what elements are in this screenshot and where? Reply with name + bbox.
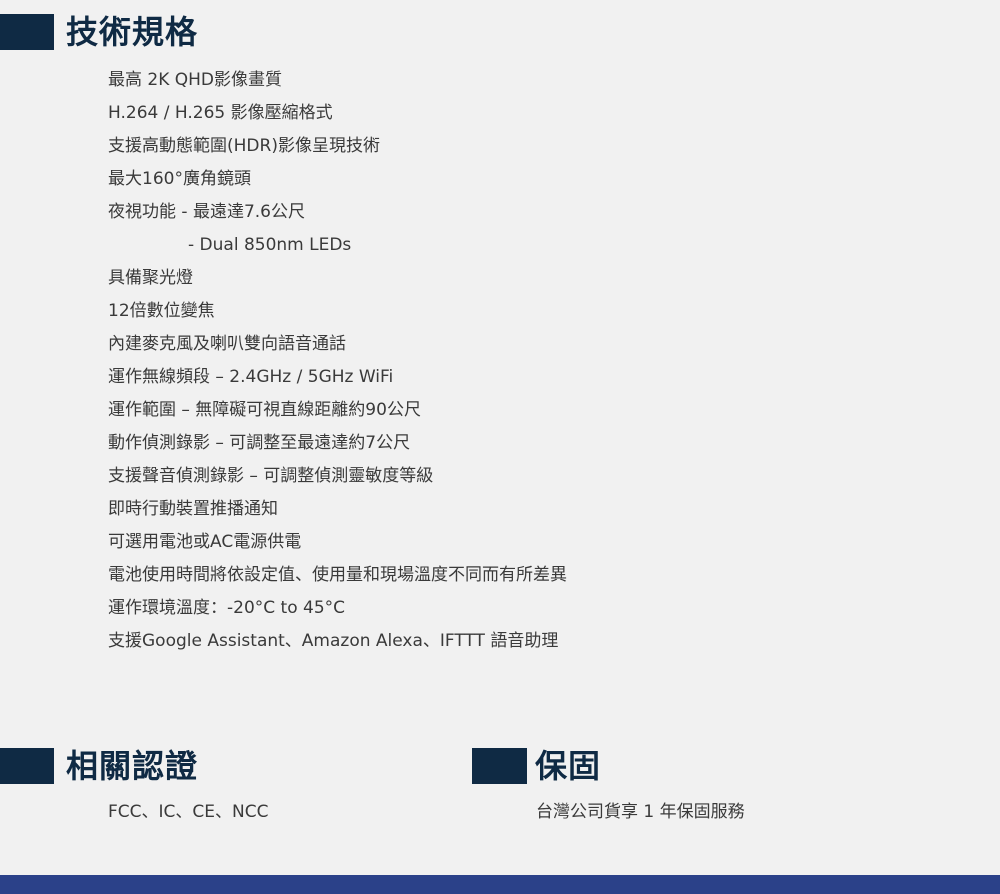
certification-title: 相關認證 (66, 747, 199, 785)
spec-item: 支援Google Assistant、Amazon Alexa、IFTTT 語音… (108, 631, 559, 651)
spec-item: 內建麥克風及喇叭雙向語音通話 (108, 334, 346, 354)
spec-item: 支援聲音偵測錄影 – 可調整偵測靈敏度等級 (108, 466, 434, 486)
specs-section-header: 技術規格 (0, 14, 198, 50)
spec-item: 12倍數位變焦 (108, 301, 215, 321)
spec-item: 運作範圍 – 無障礙可視直線距離約90公尺 (108, 400, 421, 420)
certification-text: FCC、IC、CE、NCC (108, 802, 269, 822)
footer-bar (0, 875, 1000, 894)
specs-title: 技術規格 (66, 13, 199, 51)
certification-header-bar (0, 748, 54, 784)
spec-item: 電池使用時間將依設定值、使用量和現場溫度不同而有所差異 (108, 565, 567, 585)
warranty-text: 台灣公司貨享 1 年保固服務 (536, 802, 745, 822)
spec-item: 最大160°廣角鏡頭 (108, 169, 251, 189)
warranty-header-bar (472, 748, 527, 784)
spec-item: 動作偵測錄影 – 可調整至最遠達約7公尺 (108, 433, 411, 453)
spec-item: 夜視功能 - 最遠達7.6公尺 (108, 202, 305, 222)
warranty-section-header: 保固 (472, 748, 601, 784)
warranty-title: 保固 (535, 747, 602, 785)
spec-list: 最高 2K QHD影像畫質 H.264 / H.265 影像壓縮格式 支援高動態… (108, 66, 567, 660)
specs-header-bar (0, 14, 54, 50)
spec-item: 即時行動裝置推播通知 (108, 499, 278, 519)
spec-item-sub: - Dual 850nm LEDs (188, 235, 352, 255)
spec-item: 具備聚光燈 (108, 268, 193, 288)
certification-section-header: 相關認證 (0, 748, 198, 784)
spec-item: 最高 2K QHD影像畫質 (108, 70, 283, 90)
spec-item: 運作環境溫度：-20°C to 45°C (108, 598, 346, 618)
spec-item: 可選用電池或AC電源供電 (108, 532, 302, 552)
spec-item: 運作無線頻段 – 2.4GHz / 5GHz WiFi (108, 367, 394, 387)
spec-item: H.264 / H.265 影像壓縮格式 (108, 103, 333, 123)
spec-item: 支援高動態範圍(HDR)影像呈現技術 (108, 136, 380, 156)
